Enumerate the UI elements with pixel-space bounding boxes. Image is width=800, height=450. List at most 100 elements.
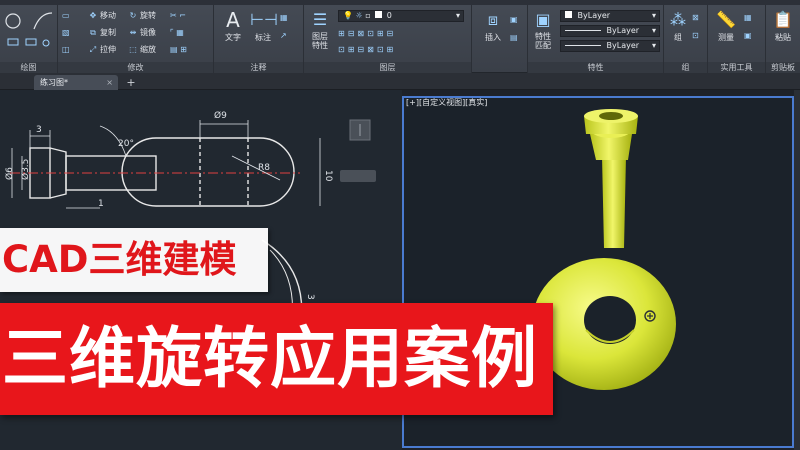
panel-title-properties: 特性 xyxy=(528,62,663,73)
panel-groups: ⁂ 组 ⊠ ⊡ 组 xyxy=(664,5,708,73)
layer-tools-row-2[interactable]: ⊡⊞⊟⊠⊡⊞ xyxy=(338,43,396,56)
panel-title-clipboard: 剪贴板 xyxy=(766,62,800,73)
measure-button[interactable]: 📏 测量 xyxy=(712,8,740,43)
stretch-icon: ⤢ xyxy=(89,45,97,54)
edit-block-icon[interactable]: ▤ xyxy=(510,31,518,44)
panel-title-annotate: 注释 xyxy=(214,62,303,73)
copy-icon: ⧉ xyxy=(90,28,96,37)
dimension-button[interactable]: ⊢⊣ 标注 xyxy=(250,8,278,43)
dim-label-10: 10 xyxy=(323,170,333,182)
insert-block-icon: ⧈ xyxy=(487,10,499,29)
line-sample xyxy=(565,30,601,31)
color-swatch xyxy=(565,11,572,18)
text-button[interactable]: A 文字 xyxy=(220,8,246,43)
panel-annotate: A 文字 ⊢⊣ 标注 ▦ ↗ 注释 xyxy=(214,5,304,73)
panel-draw: 绘图 xyxy=(0,5,58,73)
text-icon: A xyxy=(226,8,240,32)
ruler-icon: 📏 xyxy=(716,10,736,29)
chevron-down-icon: ▾ xyxy=(455,11,460,20)
insert-button[interactable]: ⧈ 插入 xyxy=(478,8,508,43)
document-tab[interactable]: 练习图* × xyxy=(34,75,118,90)
calculator-icon[interactable]: ▣ xyxy=(744,29,752,42)
layer-tools-row-1[interactable]: ⊞⊟⊠⊡⊞⊟ xyxy=(338,27,396,40)
linetype-dropdown[interactable]: ByLayer ▾ xyxy=(560,25,660,37)
clipboard-icon: 📋 xyxy=(773,10,793,29)
color-dropdown[interactable]: ByLayer ▾ xyxy=(560,10,660,22)
chevron-down-icon: ▾ xyxy=(651,11,656,20)
dim-label-angle: 20° xyxy=(118,139,134,149)
layer-color-swatch xyxy=(375,11,383,18)
panel-title-utilities: 实用工具 xyxy=(708,62,765,73)
panel-block: ⧈ 插入 ▣ ▤ xyxy=(472,5,528,73)
dim-label-diameter-9: Ø9 xyxy=(214,110,227,121)
panel-clipboard: 📋 粘贴 剪贴板 xyxy=(766,5,800,73)
dim-label-1: 1 xyxy=(98,199,104,209)
panel-title-modify: 修改 xyxy=(58,62,213,73)
create-block-icon[interactable]: ▣ xyxy=(510,13,518,26)
trim-icon[interactable]: ✂ ⌐ xyxy=(170,9,186,22)
panel-title-draw: 绘图 xyxy=(0,62,57,73)
close-icon[interactable]: × xyxy=(106,75,113,90)
title-line-1: CAD三维建模 xyxy=(2,238,237,281)
dim-label-radius-8: R8 xyxy=(258,163,270,173)
chevron-down-icon: ▾ xyxy=(651,26,656,35)
rotate-icon: ↻ xyxy=(129,11,137,20)
array-icon[interactable]: ▤ ⊞ xyxy=(170,43,187,56)
table-icon[interactable]: ▦ xyxy=(280,11,288,24)
panel-title-groups: 组 xyxy=(664,62,707,73)
group-icon: ⁂ xyxy=(670,10,686,29)
title-banner-bottom: 三维旋转应用案例 xyxy=(0,303,553,415)
panel-properties: ▣ 特性 匹配 ByLayer ▾ ByLayer ▾ ByLayer ▾ 特性 xyxy=(528,5,664,73)
ribbon: 绘图 ✥ 移动 ↻ 旋转 ⧉ 复制 ⇹ 镜像 ⤢ 拉伸 ⬚ 缩放 ✂ ⌐ ⌜ ▦ ▤ ⊞ ▭… xyxy=(0,0,800,73)
new-tab-button[interactable]: + xyxy=(124,76,138,89)
title-banner-top: CAD三维建模 xyxy=(0,228,268,292)
draw-tools-icon[interactable] xyxy=(4,9,54,57)
viewport-controls-label[interactable]: [+][自定义视图][真实] xyxy=(406,97,487,108)
leader-icon[interactable]: ↗ xyxy=(280,29,287,42)
line-sample xyxy=(565,45,601,46)
move-tool[interactable]: ✥ 移动 xyxy=(88,9,116,22)
dim-label-3-lower: 3 xyxy=(305,294,315,300)
panel-layers: ☰ 图层 特性 💡 ☼ ▫ 0 ▾ ⊞⊟⊠⊡⊞⊟ ⊡⊞⊟⊠⊡⊞ 图层 xyxy=(304,5,472,73)
ungroup-icon[interactable]: ⊠ xyxy=(692,11,699,24)
scale-tool[interactable]: ⬚ 缩放 xyxy=(128,43,156,56)
panel-modify: ✥ 移动 ↻ 旋转 ⧉ 复制 ⇹ 镜像 ⤢ 拉伸 ⬚ 缩放 ✂ ⌐ ⌜ ▦ ▤ ⊞ ▭ ▧ … xyxy=(58,5,214,73)
navigation-bar-stub[interactable] xyxy=(340,170,376,182)
group-button[interactable]: ⁂ 组 xyxy=(666,8,690,43)
lineweight-dropdown[interactable]: ByLayer ▾ xyxy=(560,40,660,52)
file-tab-bar: 练习图* × + xyxy=(0,73,800,90)
lightbulb-icon: 💡 xyxy=(343,11,353,20)
dim-label-diameter-3-5: Ø3.5 xyxy=(20,159,31,180)
chevron-down-icon: ▾ xyxy=(651,41,656,50)
quick-select-icon[interactable]: ▦ xyxy=(744,11,752,24)
layer-dropdown[interactable]: 💡 ☼ ▫ 0 ▾ xyxy=(338,10,464,22)
right-scroll-edge xyxy=(794,90,800,450)
match-properties-button[interactable]: ▣ 特性 匹配 xyxy=(530,8,556,50)
stretch-tool[interactable]: ⤢ 拉伸 xyxy=(88,43,116,56)
dim-label-diameter-6: Ø6 xyxy=(4,167,15,180)
edit-line-icon[interactable]: ▭ xyxy=(62,9,70,22)
move-icon: ✥ xyxy=(89,11,97,20)
layer-properties-button[interactable]: ☰ 图层 特性 xyxy=(306,8,334,50)
region-icon[interactable]: ◫ xyxy=(62,43,70,56)
layer-stack-icon: ☰ xyxy=(312,10,328,29)
mirror-tool[interactable]: ⇹ 镜像 xyxy=(128,26,156,39)
hatch-icon[interactable]: ▧ xyxy=(62,26,70,39)
unlock-icon: ▫ xyxy=(365,11,371,20)
scale-icon: ⬚ xyxy=(129,45,137,54)
dimension-icon: ⊢⊣ xyxy=(250,10,278,29)
dim-label-3: 3 xyxy=(36,125,42,135)
panel-utilities: 📏 测量 ▦ ▣ 实用工具 xyxy=(708,5,766,73)
sun-icon: ☼ xyxy=(355,11,363,20)
match-properties-icon: ▣ xyxy=(535,10,551,29)
title-line-2: 三维旋转应用案例 xyxy=(2,320,538,397)
fillet-icon[interactable]: ⌜ ▦ xyxy=(170,26,184,39)
paste-button[interactable]: 📋 粘贴 xyxy=(770,8,796,43)
mirror-icon: ⇹ xyxy=(129,28,137,37)
rotate-tool[interactable]: ↻ 旋转 xyxy=(128,9,156,22)
panel-title-layers: 图层 xyxy=(304,62,471,73)
group-edit-icon[interactable]: ⊡ xyxy=(692,29,699,42)
model-shaft xyxy=(602,156,626,248)
copy-tool[interactable]: ⧉ 复制 xyxy=(88,26,116,39)
model-ring-hole xyxy=(584,296,636,344)
